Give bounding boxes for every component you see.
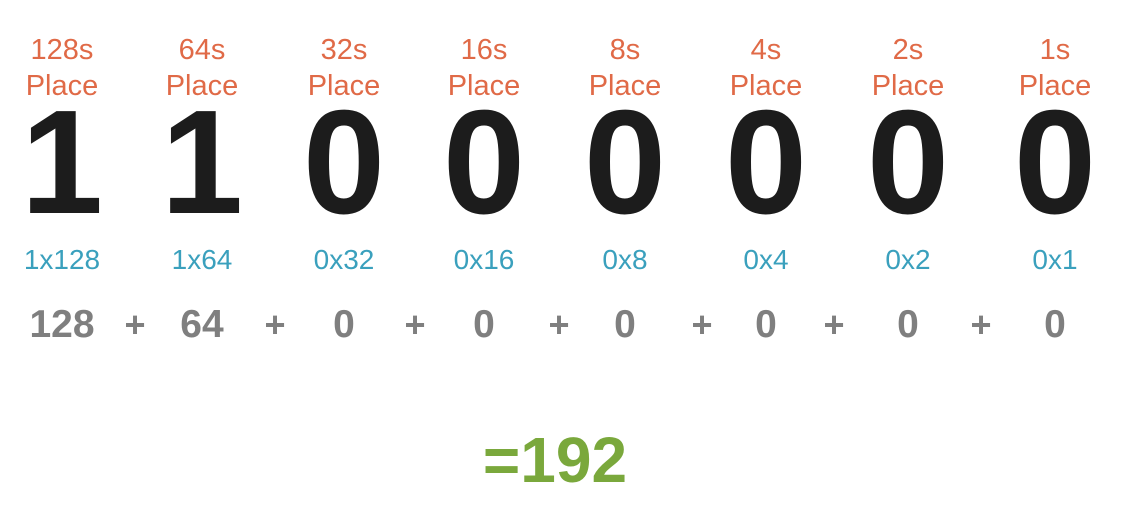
place-value-label: 2s (892, 34, 924, 66)
place-value-label: 128s (30, 34, 94, 66)
multiplication-term: 0x16 (453, 244, 515, 275)
binary-digit: 0 (442, 80, 526, 245)
binary-digit: 0 (302, 80, 386, 245)
multiplication-term: 0x1 (1032, 244, 1078, 275)
plus-operator: + (970, 304, 992, 345)
binary-digit: 0 (1013, 80, 1097, 245)
place-value-label: 1s (1039, 34, 1071, 66)
multiplication-term: 0x8 (602, 244, 648, 275)
binary-digit: 0 (866, 80, 950, 245)
plus-operator: + (264, 304, 286, 345)
binary-digit: 1 (20, 80, 104, 245)
binary-digit: 1 (160, 80, 244, 245)
sum-term: 128 (29, 303, 95, 346)
sum-term: 0 (333, 303, 355, 346)
multiplication-term: 0x2 (885, 244, 931, 275)
plus-operator: + (548, 304, 570, 345)
multiplication-term: 1x128 (23, 244, 101, 275)
sum-term: 0 (473, 303, 495, 346)
multiplication-term: 0x4 (743, 244, 789, 275)
plus-operator: + (124, 304, 146, 345)
multiplication-term: 1x64 (171, 244, 233, 275)
place-value-label: 64s (178, 34, 226, 66)
binary-digit: 0 (724, 80, 808, 245)
place-value-label: 4s (750, 34, 782, 66)
binary-to-decimal-diagram: 128s Place 1 1x128 128 64s Place 1 1x64 … (0, 0, 1129, 515)
place-value-label: 16s (460, 34, 508, 66)
binary-digit: 0 (583, 80, 667, 245)
plus-operator: + (691, 304, 713, 345)
place-value-label: 8s (609, 34, 641, 66)
multiplication-term: 0x32 (313, 244, 375, 275)
decimal-result: =192 (482, 424, 628, 496)
plus-operator: + (823, 304, 845, 345)
sum-term: 0 (1044, 303, 1066, 346)
sum-term: 0 (897, 303, 919, 346)
plus-operator: + (404, 304, 426, 345)
place-value-label: 32s (320, 34, 368, 66)
